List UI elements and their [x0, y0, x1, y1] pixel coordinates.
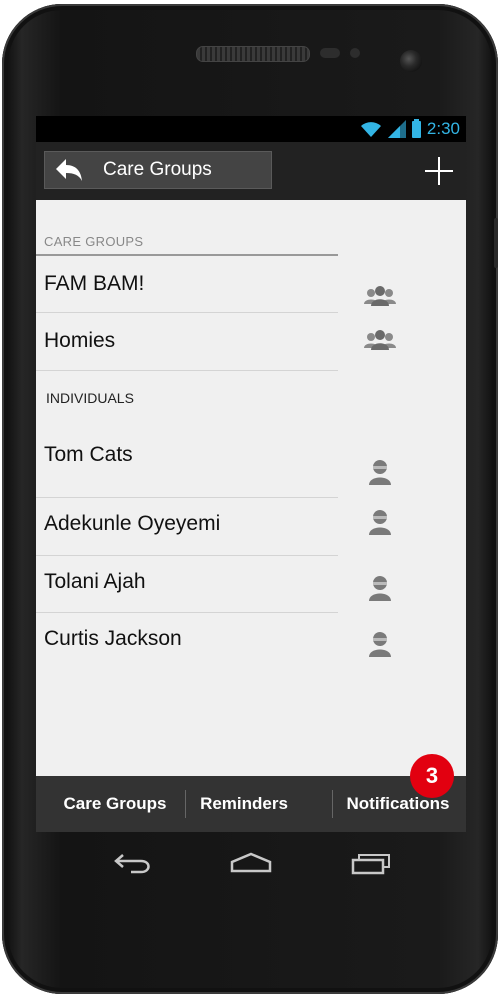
- person-icon: [369, 460, 391, 485]
- individuals-header: INDIVIDUALS: [46, 390, 134, 406]
- back-button[interactable]: Care Groups: [44, 151, 272, 189]
- back-nav-icon: [114, 854, 150, 874]
- earpiece-speaker: [196, 46, 310, 62]
- status-bar: 2:30: [36, 116, 466, 142]
- list-item-individual[interactable]: Adekunle Oyeyemi: [36, 498, 338, 556]
- battery-icon: [411, 118, 421, 138]
- tab-divider: [185, 790, 186, 818]
- volume-button: [494, 218, 498, 268]
- tab-reminders[interactable]: Reminders: [188, 776, 300, 832]
- add-button[interactable]: [422, 154, 456, 188]
- individual-name: Tom Cats: [44, 443, 133, 466]
- screen-title: Care Groups: [103, 159, 212, 180]
- individual-name: Tolani Ajah: [44, 570, 146, 593]
- back-nav-button[interactable]: [108, 848, 158, 878]
- list-item-care-group[interactable]: FAM BAM!: [36, 256, 338, 313]
- back-arrow-icon: [49, 152, 89, 188]
- person-icon: [369, 632, 391, 657]
- care-groups-header: CARE GROUPS: [44, 234, 144, 249]
- group-icon: [364, 330, 396, 350]
- status-time: 2:30: [426, 119, 460, 138]
- individual-name: Curtis Jackson: [44, 627, 182, 650]
- list-item-care-group[interactable]: Homies: [36, 313, 338, 371]
- home-nav-button[interactable]: [226, 848, 276, 878]
- action-bar: Care Groups: [36, 142, 466, 200]
- signal-icon: [387, 120, 406, 138]
- plus-icon: [425, 157, 453, 185]
- proximity-sensor: [320, 48, 340, 58]
- care-group-name: Homies: [44, 329, 116, 352]
- wifi-icon: [360, 122, 381, 137]
- home-nav-icon: [230, 852, 272, 873]
- care-group-name: FAM BAM!: [44, 272, 145, 295]
- individual-name: Adekunle Oyeyemi: [44, 512, 221, 535]
- tab-care-groups[interactable]: Care Groups: [50, 776, 180, 832]
- notification-count-badge: 3: [410, 754, 454, 798]
- list-item-individual[interactable]: Curtis Jackson: [36, 613, 338, 669]
- recent-apps-icon: [351, 854, 390, 875]
- light-sensor: [350, 48, 360, 58]
- group-icon: [364, 286, 396, 306]
- list-item-individual[interactable]: Tom Cats: [36, 415, 338, 498]
- tab-divider: [332, 790, 333, 818]
- person-icon: [369, 576, 391, 601]
- person-icon: [369, 510, 391, 535]
- list-item-individual[interactable]: Tolani Ajah: [36, 556, 338, 613]
- front-camera: [400, 50, 422, 72]
- recent-apps-button[interactable]: [346, 848, 396, 878]
- bottom-tab-bar: Care Groups Reminders Notifications 3: [36, 754, 466, 832]
- content-list: CARE GROUPS FAM BAM! Homies INDIVIDUALS …: [36, 200, 466, 776]
